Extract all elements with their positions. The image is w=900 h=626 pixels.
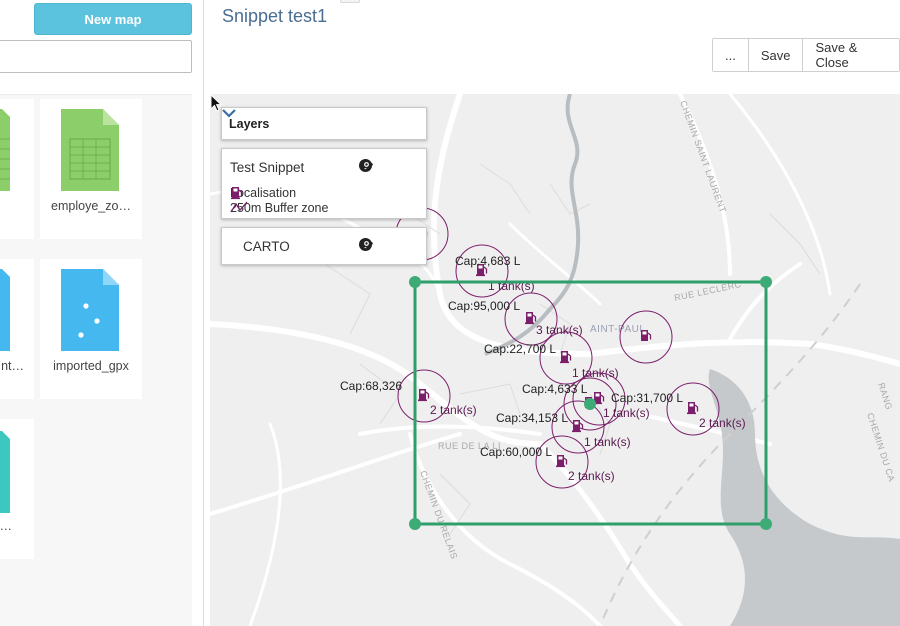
street-label: CHEMIN SAINT LAURENT bbox=[678, 99, 728, 214]
gpx-file-icon bbox=[61, 269, 119, 351]
fuel-pump-icon[interactable] bbox=[525, 312, 537, 325]
eye-icon[interactable] bbox=[360, 159, 417, 173]
tank-count-label: 2 tank(s) bbox=[430, 403, 477, 417]
file-tile[interactable]: employe_zo… bbox=[40, 99, 142, 239]
fuel-pump-icon bbox=[231, 187, 243, 200]
tank-count-label: 2 tank(s) bbox=[699, 416, 746, 430]
layers-title: Layers bbox=[229, 116, 270, 131]
file-tile[interactable]: e… bbox=[0, 419, 34, 559]
legend-item: Localisation bbox=[230, 186, 296, 200]
tank-count-label: 3 tank(s) bbox=[536, 323, 583, 337]
new-map-button[interactable]: New map bbox=[34, 3, 192, 35]
capacity-label: Cap:68,326 bbox=[340, 379, 402, 393]
close-icon[interactable] bbox=[360, 159, 395, 173]
file-icon bbox=[0, 269, 10, 351]
tank-count-label: 1 tank(s) bbox=[603, 406, 650, 420]
toolbar: ... Save Save & Close bbox=[712, 38, 900, 72]
capacity-label: Cap:95,000 L bbox=[448, 299, 520, 313]
capacity-label: Cap:31,700 L bbox=[611, 391, 683, 405]
layer-card-carto[interactable]: CARTO bbox=[221, 227, 427, 265]
capacity-label: Cap:22,700 L bbox=[484, 342, 556, 356]
town-label: AINT-PAUL bbox=[590, 324, 645, 335]
resize-handle[interactable] bbox=[760, 276, 772, 288]
save-close-button[interactable]: Save & Close bbox=[803, 39, 899, 71]
tank-count-label: 1 tank(s) bbox=[584, 435, 631, 449]
more-button[interactable]: ... bbox=[713, 39, 749, 71]
resize-handle[interactable] bbox=[409, 518, 421, 530]
capacity-label: Cap:34,153 L bbox=[496, 411, 568, 425]
fuel-pump-icon[interactable] bbox=[641, 330, 652, 341]
spreadsheet-icon bbox=[61, 109, 119, 191]
layer-card-test-snippet[interactable]: Test Snippet Localisation 250m Buffer zo… bbox=[221, 148, 427, 219]
file-tile[interactable]: imported_gpx bbox=[40, 259, 142, 399]
line-zigzag-icon bbox=[230, 201, 248, 213]
file-name: e bbox=[0, 199, 34, 213]
layer-title: Test Snippet bbox=[230, 160, 305, 175]
file-icon bbox=[0, 431, 10, 513]
chevron-down-icon[interactable] bbox=[222, 108, 236, 118]
street-label: CHEMIN DU RELAIS bbox=[418, 469, 459, 560]
capacity-label: Cap:4,683 L bbox=[455, 254, 521, 268]
file-name: imported_gpx bbox=[53, 359, 129, 373]
fuel-pump-icon[interactable] bbox=[556, 455, 568, 468]
file-name: employe_zo… bbox=[51, 199, 131, 213]
file-name: e… bbox=[0, 519, 12, 533]
eye-icon[interactable] bbox=[360, 238, 417, 252]
mouse-cursor-icon bbox=[210, 94, 223, 112]
close-icon[interactable] bbox=[360, 238, 395, 252]
layer-title: CARTO bbox=[243, 239, 290, 254]
map-header: Snippet test1 ... Save Save & Close bbox=[210, 0, 900, 94]
fuel-pump-icon[interactable] bbox=[572, 420, 584, 433]
app-window: New map e employe_zo… bbox=[0, 0, 900, 626]
file-tile[interactable]: e bbox=[0, 99, 34, 239]
resize-handle[interactable] bbox=[409, 276, 421, 288]
save-button[interactable]: Save bbox=[748, 39, 804, 71]
legend-item: 250m Buffer zone bbox=[230, 201, 328, 215]
file-tile[interactable]: nt… bbox=[0, 259, 34, 399]
layers-panel-header[interactable]: Layers bbox=[221, 107, 427, 140]
capacity-label: Cap:4,633 L bbox=[522, 382, 588, 396]
search-input[interactable] bbox=[0, 40, 192, 73]
resize-handle[interactable] bbox=[760, 518, 772, 530]
tab-handle[interactable] bbox=[340, 0, 360, 3]
water-body bbox=[708, 369, 900, 626]
center-handle[interactable] bbox=[584, 398, 596, 410]
files-panel: New map e employe_zo… bbox=[0, 0, 204, 626]
street-label: CHEMIN DU CA bbox=[865, 412, 897, 484]
page-title: Snippet test1 bbox=[222, 6, 328, 26]
tank-count-label: 2 tank(s) bbox=[568, 469, 615, 483]
capacity-label: Cap:60,000 L bbox=[480, 445, 552, 459]
street-label: RANG bbox=[876, 382, 894, 412]
fuel-pump-icon[interactable] bbox=[687, 402, 699, 415]
file-gallery: e employe_zo… nt… bbox=[0, 94, 192, 626]
spreadsheet-icon bbox=[0, 109, 10, 191]
map-canvas[interactable]: CHEMIN SAINT LAURENT RUE LECLERC RUE DE … bbox=[210, 94, 900, 626]
file-name: nt… bbox=[1, 359, 24, 373]
